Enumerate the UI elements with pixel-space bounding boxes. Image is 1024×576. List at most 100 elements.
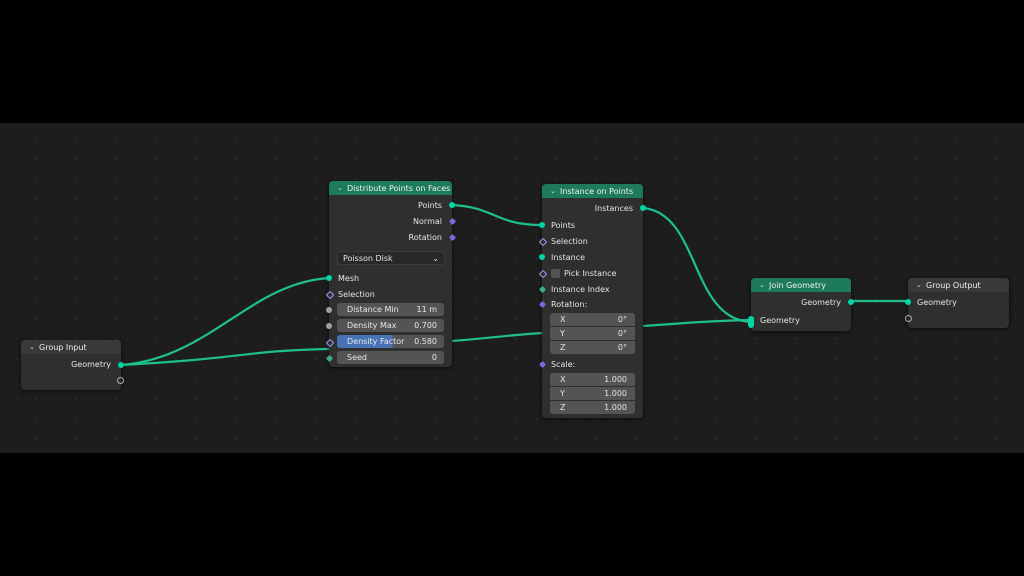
axis-value: 1.000 bbox=[604, 375, 627, 384]
geometry-input-socket[interactable] bbox=[905, 299, 911, 305]
distribute-method-dropdown[interactable]: Poisson Disk ⌄ bbox=[337, 251, 445, 265]
node-editor-canvas[interactable]: ⌄ Group Input Geometry ⌄ Distribute Poin… bbox=[0, 123, 1024, 453]
axis-label: Y bbox=[560, 389, 565, 398]
socket-label: Geometry bbox=[917, 297, 957, 307]
rotation-y-field[interactable]: Y 0° bbox=[550, 327, 635, 340]
density-factor-field[interactable]: Density Factor 0.580 bbox=[337, 335, 444, 348]
density-max-field[interactable]: Density Max 0.700 bbox=[337, 319, 444, 332]
points-input-socket[interactable] bbox=[539, 222, 545, 228]
geometry-output-socket[interactable] bbox=[118, 362, 124, 368]
socket-label: Selection bbox=[338, 289, 375, 299]
distribute-points-header[interactable]: ⌄ Distribute Points on Faces bbox=[329, 181, 452, 195]
dropdown-value: Poisson Disk bbox=[343, 253, 393, 263]
field-value: 0.700 bbox=[414, 321, 437, 330]
socket-label: Geometry bbox=[71, 359, 111, 369]
group-output-header[interactable]: ⌄ Group Output bbox=[908, 278, 1009, 292]
group-input-node[interactable]: ⌄ Group Input Geometry bbox=[21, 340, 124, 390]
input-pick-instance-row[interactable]: Pick Instance bbox=[542, 266, 643, 280]
axis-value: 0° bbox=[617, 343, 627, 352]
socket-label: Scale: bbox=[551, 359, 576, 369]
seed-socket[interactable] bbox=[325, 354, 334, 363]
field-label: Seed bbox=[347, 353, 367, 362]
axis-value: 0° bbox=[617, 315, 627, 324]
axis-value: 0° bbox=[617, 329, 627, 338]
join-geometry-header[interactable]: ⌄ Join Geometry bbox=[751, 278, 851, 292]
collapse-chevron-icon[interactable]: ⌄ bbox=[759, 281, 769, 289]
output-geometry-row: Geometry bbox=[751, 295, 851, 309]
density-max-socket[interactable] bbox=[326, 323, 332, 329]
field-label: Density Max bbox=[347, 321, 397, 330]
input-points-row: Points bbox=[542, 218, 643, 232]
chevron-down-icon: ⌄ bbox=[432, 253, 439, 263]
axis-label: Z bbox=[560, 343, 566, 352]
socket-label: Rotation: bbox=[551, 299, 588, 309]
seed-field[interactable]: Seed 0 bbox=[337, 351, 444, 364]
group-output-node[interactable]: ⌄ Group Output Geometry bbox=[905, 278, 1009, 328]
link-group-input-to-mesh bbox=[120, 276, 330, 367]
output-normal-row: Normal bbox=[329, 214, 452, 228]
socket-label: Mesh bbox=[338, 273, 360, 283]
socket-label: Geometry bbox=[760, 315, 800, 325]
scale-label-row: Scale: bbox=[542, 357, 643, 371]
field-value: 0 bbox=[431, 353, 437, 362]
field-value: 0.580 bbox=[414, 337, 437, 346]
multi-input-socket[interactable] bbox=[748, 316, 754, 328]
socket-label: Points bbox=[551, 220, 576, 230]
instance-on-points-header[interactable]: ⌄ Instance on Points bbox=[542, 184, 643, 198]
collapse-chevron-icon[interactable]: ⌄ bbox=[337, 184, 347, 192]
instances-output-socket[interactable] bbox=[640, 205, 646, 211]
collapse-chevron-icon[interactable]: ⌄ bbox=[29, 343, 39, 351]
link-points-to-points bbox=[451, 203, 543, 227]
node-links bbox=[120, 203, 908, 367]
input-selection-row: Selection bbox=[542, 234, 643, 248]
axis-value: 1.000 bbox=[604, 403, 627, 412]
axis-label: Z bbox=[560, 403, 566, 412]
collapse-chevron-icon[interactable]: ⌄ bbox=[550, 187, 560, 195]
node-title: Group Input bbox=[39, 342, 87, 352]
empty-output-socket[interactable] bbox=[117, 377, 124, 384]
input-geometry-row: Geometry bbox=[751, 313, 851, 327]
distance-min-socket[interactable] bbox=[326, 307, 332, 313]
geometry-output-socket[interactable] bbox=[848, 299, 854, 305]
rotation-z-field[interactable]: Z 0° bbox=[550, 341, 635, 354]
join-geometry-node[interactable]: ⌄ Join Geometry Geometry Geometry bbox=[748, 278, 854, 331]
distribute-points-node[interactable]: ⌄ Distribute Points on Faces Points Norm… bbox=[325, 181, 457, 367]
output-instances-row: Instances bbox=[542, 201, 643, 215]
scale-y-field[interactable]: Y 1.000 bbox=[550, 387, 635, 400]
socket-label: Rotation bbox=[408, 232, 442, 242]
socket-label: Normal bbox=[413, 216, 442, 226]
node-title: Distribute Points on Faces bbox=[347, 183, 451, 193]
distance-min-field[interactable]: Distance Min 11 m bbox=[337, 303, 444, 316]
axis-label: Y bbox=[560, 329, 565, 338]
socket-label: Instance bbox=[551, 252, 586, 262]
node-title: Instance on Points bbox=[560, 186, 634, 196]
pick-instance-checkbox[interactable] bbox=[551, 268, 560, 278]
field-label: Distance Min bbox=[347, 305, 399, 314]
link-group-input-to-instance bbox=[120, 347, 330, 367]
scale-z-field[interactable]: Z 1.000 bbox=[550, 401, 635, 414]
collapse-chevron-icon[interactable]: ⌄ bbox=[916, 281, 926, 289]
mesh-input-socket[interactable] bbox=[326, 275, 332, 281]
axis-value: 1.000 bbox=[604, 389, 627, 398]
socket-label: Selection bbox=[551, 236, 588, 246]
group-input-header[interactable]: ⌄ Group Input bbox=[21, 340, 121, 354]
socket-label: Points bbox=[417, 200, 442, 210]
density-factor-socket[interactable] bbox=[325, 338, 335, 348]
instance-on-points-node[interactable]: ⌄ Instance on Points Instances Points Se… bbox=[538, 184, 646, 418]
axis-label: X bbox=[560, 375, 566, 384]
link-instance-input-to-join bbox=[642, 318, 751, 328]
rotation-x-field[interactable]: X 0° bbox=[550, 313, 635, 326]
link-group-input-to-join-passthrough bbox=[451, 331, 543, 343]
rotation-label-row: Rotation: bbox=[542, 297, 643, 311]
empty-input-socket[interactable] bbox=[905, 315, 912, 322]
output-rotation-row: Rotation bbox=[329, 230, 452, 244]
link-instances-to-join bbox=[642, 206, 751, 324]
axis-label: X bbox=[560, 315, 566, 324]
node-title: Group Output bbox=[926, 280, 981, 290]
output-points-row: Points bbox=[329, 198, 452, 212]
points-output-socket[interactable] bbox=[449, 202, 455, 208]
scale-x-field[interactable]: X 1.000 bbox=[550, 373, 635, 386]
input-geometry-row: Geometry bbox=[908, 295, 1009, 309]
instance-input-socket[interactable] bbox=[539, 254, 545, 260]
field-label: Density Factor bbox=[347, 337, 405, 346]
